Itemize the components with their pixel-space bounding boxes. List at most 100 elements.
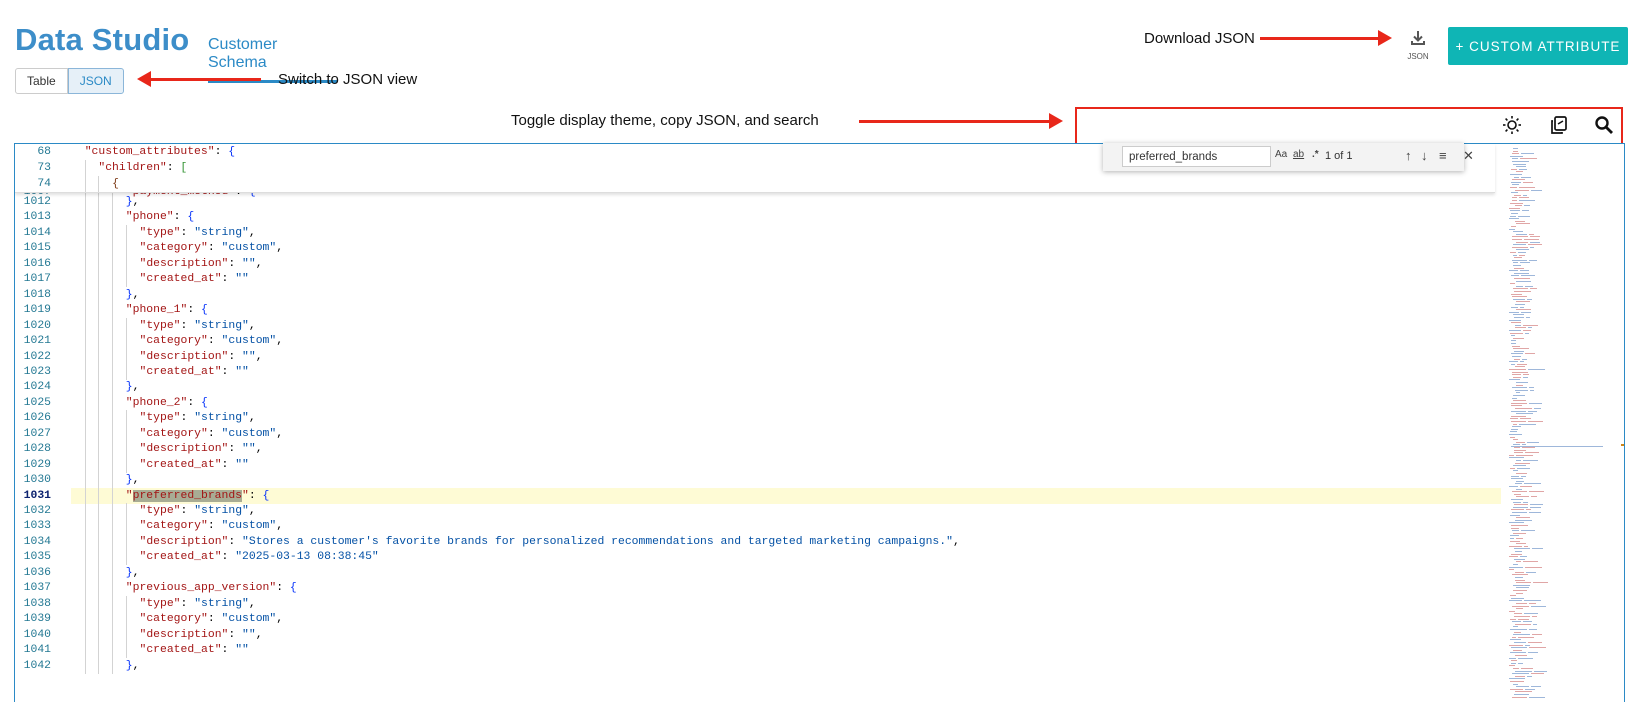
code-token: :: [180, 505, 195, 517]
code-token: "category": [139, 613, 208, 626]
minimap-line: [1511, 415, 1526, 417]
indent-guide: [98, 518, 100, 535]
minimap-line: [1512, 371, 1528, 373]
code-line: 1033 "category": "custom",: [15, 518, 1495, 535]
minimap-line: [1526, 317, 1530, 318]
indent-guide: [125, 255, 127, 272]
code-text: },: [126, 565, 140, 581]
minimap-line: [1511, 192, 1518, 194]
minimap-line: [1513, 148, 1518, 149]
indent-guide: [112, 224, 114, 241]
minimap-line: [1517, 363, 1527, 365]
indent-guide: [84, 224, 86, 241]
minimap-line: [1529, 603, 1536, 604]
minimap-line: [1510, 595, 1516, 597]
indent-guide: [98, 487, 100, 504]
line-number: 1037: [23, 582, 51, 595]
close-find-button[interactable]: ✕: [1463, 148, 1474, 164]
minimap-line: [1516, 223, 1530, 225]
minimap-line: [1516, 233, 1527, 235]
code-text: {: [112, 176, 119, 192]
minimap-line: [1529, 259, 1537, 261]
minimap-line: [1511, 597, 1524, 599]
add-custom-attribute-button[interactable]: + CUSTOM ATTRIBUTE: [1448, 27, 1628, 65]
minimap-line: [1511, 335, 1515, 337]
minimap-line: [1510, 514, 1520, 516]
code-line: 1039 "category": "custom",: [15, 611, 1495, 628]
minimap-line: [1534, 670, 1547, 672]
code-token: :: [207, 520, 222, 533]
code-line: 1040 "description": "",: [15, 626, 1495, 643]
json-editor[interactable]: 1007"payment_method": {1012},1013"phone"…: [14, 143, 1625, 702]
code-token: "created_at": [139, 551, 222, 564]
minimap-line: [1515, 623, 1531, 625]
code-token: }: [125, 474, 133, 487]
minimap-line: [1512, 491, 1527, 493]
current-line-highlight: [71, 487, 1501, 504]
minimap[interactable]: [1503, 144, 1621, 702]
minimap-line: [1513, 288, 1528, 290]
indent-guide: [98, 580, 100, 597]
code-token: "description": [139, 535, 229, 548]
minimap-line: [1513, 314, 1524, 316]
download-json-button[interactable]: JSON: [1404, 30, 1432, 61]
indent-guide: [125, 611, 127, 628]
code-token: }: [125, 196, 133, 208]
minimap-line: [1523, 330, 1531, 331]
indent-guide: [112, 456, 114, 473]
table-view-button[interactable]: Table: [15, 68, 68, 94]
minimap-line: [1509, 270, 1518, 272]
indent-guide: [112, 394, 114, 411]
indent-guide: [125, 503, 127, 519]
find-input[interactable]: preferred_brands: [1122, 146, 1271, 167]
minimap-line: [1510, 202, 1523, 204]
minimap-line: [1515, 551, 1522, 552]
line-number: 1024: [23, 381, 51, 394]
code-line: 1014 "type": "string",: [15, 224, 1495, 241]
minimap-line: [1515, 327, 1526, 329]
line-number: 1014: [23, 226, 51, 239]
minimap-line: [1510, 418, 1518, 420]
minimap-line: [1511, 410, 1526, 412]
code-line: 1029 "created_at": "": [15, 456, 1495, 473]
minimap-line: [1511, 478, 1523, 480]
minimap-line: [1516, 480, 1524, 482]
minimap-line: [1512, 530, 1519, 532]
minimap-line: [1510, 681, 1524, 682]
minimap-line: [1513, 265, 1521, 266]
indent-guide: [98, 394, 100, 411]
json-view-button[interactable]: JSON: [67, 68, 124, 94]
minimap-line: [1530, 389, 1534, 391]
minimap-line: [1510, 174, 1522, 175]
line-number: 1018: [23, 288, 51, 301]
find-in-selection-button[interactable]: ≡: [1439, 148, 1447, 163]
minimap-line: [1520, 418, 1531, 420]
code-line: 1032 "type": "string",: [15, 503, 1495, 519]
minimap-line: [1520, 270, 1529, 272]
code-text: "previous_app_version": {: [126, 580, 297, 596]
minimap-line: [1515, 189, 1529, 191]
line-number: 1023: [23, 365, 51, 378]
minimap-line: [1518, 662, 1523, 664]
minimap-line: [1513, 439, 1518, 441]
code-line: 1012},: [15, 194, 1495, 210]
line-number: 1028: [23, 443, 51, 456]
whole-word-toggle[interactable]: ab: [1293, 149, 1304, 160]
line-number: 1031: [23, 489, 51, 502]
code-token: }: [125, 566, 133, 579]
indent-guide: [98, 271, 100, 288]
previous-match-button[interactable]: ↑: [1405, 148, 1412, 163]
indent-guide: [112, 642, 114, 659]
indent-guide: [112, 271, 114, 288]
code-token: "": [235, 458, 249, 471]
code-text: },: [126, 379, 140, 395]
indent-guide: [125, 410, 127, 427]
indent-guide: [84, 271, 86, 288]
match-case-toggle[interactable]: Aa: [1275, 149, 1287, 160]
next-match-button[interactable]: ↓: [1421, 148, 1428, 163]
minimap-line: [1512, 636, 1516, 638]
minimap-line: [1513, 590, 1527, 591]
regex-toggle[interactable]: .*: [1312, 149, 1319, 160]
code-text: "category": "custom",: [140, 240, 284, 256]
indent-guide: [84, 379, 86, 396]
